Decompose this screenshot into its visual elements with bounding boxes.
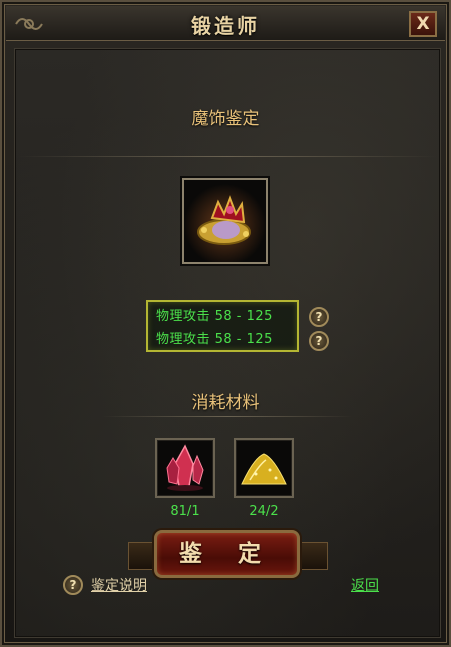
gold-powder-icon <box>241 453 287 485</box>
instructions-link[interactable]: 鉴定说明 <box>91 575 147 595</box>
materials-divider <box>102 416 353 417</box>
stat-line: 物理攻击 58 - 125 <box>156 332 273 347</box>
jeweled-crown-icon <box>184 180 266 262</box>
material-slot-crystal[interactable] <box>155 438 215 498</box>
help-icon[interactable]: ? <box>63 575 83 595</box>
material-slot-powder[interactable] <box>234 438 294 498</box>
title-bar: 锻造师 X <box>6 6 445 41</box>
forge-window: 锻造师 X 魔饰鉴定 物理攻击 58 - 125 物理攻击 58 - 125 ?… <box>0 0 451 647</box>
identify-button[interactable]: 鉴 定 <box>154 530 300 578</box>
stats-box: 物理攻击 58 - 125 物理攻击 58 - 125 <box>146 300 299 352</box>
red-crystal-icon <box>166 444 204 491</box>
stat-help-icon[interactable]: ? <box>309 307 329 327</box>
section-title: 魔饰鉴定 <box>191 109 260 129</box>
item-slot[interactable] <box>182 178 268 264</box>
material-count-crystal: 81/1 <box>170 504 200 519</box>
stat-line: 物理攻击 58 - 125 <box>156 309 273 324</box>
stat-help-icon[interactable]: ? <box>309 331 329 351</box>
section-divider <box>18 156 437 157</box>
material-count-powder: 24/2 <box>249 504 279 519</box>
window-title: 锻造师 <box>191 14 260 38</box>
close-button[interactable]: X <box>409 11 437 37</box>
back-link[interactable]: 返回 <box>351 575 379 595</box>
materials-title: 消耗材料 <box>191 393 260 413</box>
button-wing-right <box>296 542 328 570</box>
